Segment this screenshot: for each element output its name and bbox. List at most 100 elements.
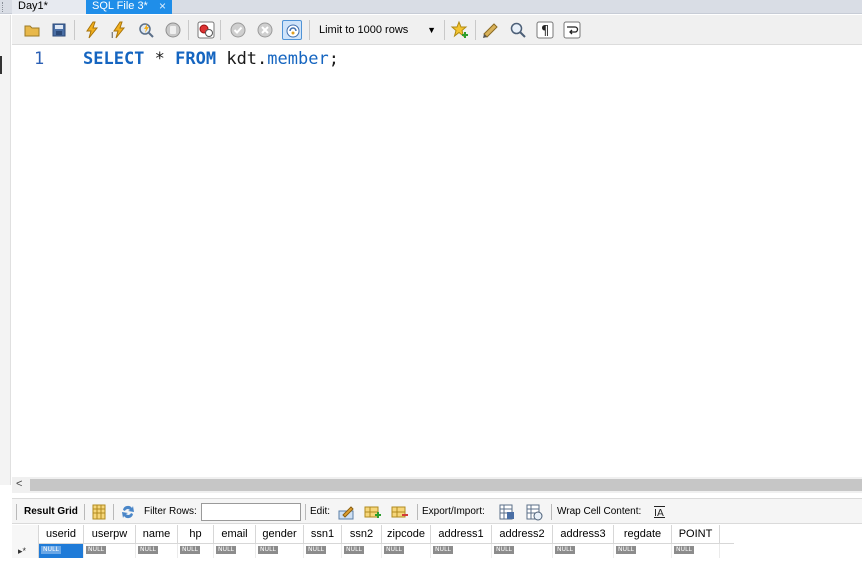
null-badge: NULL — [433, 546, 453, 554]
null-badge: NULL — [258, 546, 278, 554]
identifier-token: member — [267, 49, 329, 69]
null-badge: NULL — [41, 546, 61, 554]
column-header-point[interactable]: POINT — [672, 525, 720, 544]
column-header-ssn2[interactable]: ssn2 — [342, 525, 382, 544]
limit-rows-label: Limit to 1000 rows — [319, 24, 409, 36]
null-badge: NULL — [344, 546, 364, 554]
horizontal-scrollbar[interactable]: < — [12, 477, 862, 493]
null-badge: NULL — [180, 546, 200, 554]
tab-label: Day1* — [18, 0, 48, 12]
table-row[interactable]: ▸* NULL NULL NULL NULL NULL NULL NULL NULL NULL N… — [12, 544, 734, 558]
tab-label: SQL File 3* — [92, 0, 148, 12]
null-badge: NULL — [384, 546, 404, 554]
tab-sql-file-3[interactable]: SQL File 3* × — [86, 0, 172, 14]
column-header-gender[interactable]: gender — [256, 525, 304, 544]
svg-text:I: I — [111, 31, 113, 40]
grid-cell-ssn1[interactable]: NULL — [304, 544, 342, 558]
svg-text:¶: ¶ — [541, 24, 549, 39]
left-edge-panel — [0, 15, 11, 485]
toolbar-separator — [16, 504, 17, 520]
beautify-icon[interactable] — [481, 20, 501, 40]
grid-cell-email[interactable]: NULL — [214, 544, 256, 558]
invisible-chars-icon[interactable]: ¶ — [535, 20, 555, 40]
result-grid-tab[interactable]: Result Grid — [24, 506, 78, 517]
commit-icon[interactable] — [228, 20, 248, 40]
keyword-token: FROM — [175, 49, 217, 69]
null-badge: NULL — [555, 546, 575, 554]
refresh-icon[interactable] — [119, 503, 137, 521]
grid-cell-zipcode[interactable]: NULL — [382, 544, 431, 558]
save-icon[interactable] — [49, 20, 69, 40]
grid-cell-point[interactable]: NULL — [672, 544, 720, 558]
grid-cell-address2[interactable]: NULL — [492, 544, 553, 558]
toolbar-separator — [309, 20, 310, 40]
null-badge: NULL — [216, 546, 236, 554]
toolbar-separator — [113, 504, 114, 520]
export-icon[interactable] — [498, 503, 516, 521]
delete-row-icon[interactable] — [391, 503, 409, 521]
wrap-lines-icon[interactable] — [562, 20, 582, 40]
row-marker: ▸* — [12, 544, 39, 558]
grid-cell-ssn2[interactable]: NULL — [342, 544, 382, 558]
filter-rows-label: Filter Rows: — [144, 506, 197, 517]
column-header-regdate[interactable]: regdate — [614, 525, 672, 544]
result-toolbar: Result Grid Filter Rows: Edit: Export/Im… — [12, 498, 862, 524]
toolbar-separator — [417, 504, 418, 520]
explain-icon[interactable] — [136, 20, 156, 40]
import-icon[interactable] — [525, 503, 543, 521]
toolbar-separator — [475, 20, 476, 40]
column-header-address1[interactable]: address1 — [431, 525, 492, 544]
grid-cell-userpw[interactable]: NULL — [84, 544, 136, 558]
scroll-left-icon[interactable]: < — [16, 478, 22, 490]
tab-day1[interactable]: Day1* — [12, 0, 88, 14]
column-header-ssn1[interactable]: ssn1 — [304, 525, 342, 544]
edit-label: Edit: — [310, 506, 331, 517]
caret-marker — [0, 56, 2, 74]
grid-cell-hp[interactable]: NULL — [178, 544, 214, 558]
wrap-cell-icon[interactable]: IA — [651, 503, 669, 521]
toggle-autocommit-icon[interactable] — [196, 20, 216, 40]
grid-cell-address1[interactable]: NULL — [431, 544, 492, 558]
column-header-userpw[interactable]: userpw — [84, 525, 136, 544]
toolbar-separator — [74, 20, 75, 40]
grid-layout-icon[interactable] — [90, 503, 108, 521]
auto-commit-icon[interactable] — [282, 20, 302, 40]
code-token: ; — [328, 49, 339, 69]
column-header-userid[interactable]: userid — [39, 525, 84, 544]
column-header-address2[interactable]: address2 — [492, 525, 553, 544]
grid-cell-address3[interactable]: NULL — [553, 544, 614, 558]
editor-toolbar: I Limit to 1000 rows ▼ ¶ — [12, 15, 862, 45]
execute-icon[interactable] — [82, 20, 102, 40]
edit-row-icon[interactable] — [337, 503, 355, 521]
column-header-name[interactable]: name — [136, 525, 178, 544]
grid-cell-name[interactable]: NULL — [136, 544, 178, 558]
grid-cell-gender[interactable]: NULL — [256, 544, 304, 558]
grid-cell-regdate[interactable]: NULL — [614, 544, 672, 558]
toolbar-separator — [188, 20, 189, 40]
grid-cell-userid[interactable]: NULL — [39, 544, 84, 558]
grid-corner — [12, 525, 39, 544]
column-header-address3[interactable]: address3 — [553, 525, 614, 544]
null-badge: NULL — [138, 546, 158, 554]
filter-rows-input[interactable] — [201, 503, 301, 521]
find-icon[interactable] — [508, 20, 528, 40]
keyword-token: SELECT — [83, 49, 145, 69]
execute-current-icon[interactable]: I — [109, 20, 129, 40]
close-icon[interactable]: × — [159, 0, 166, 13]
column-header-hp[interactable]: hp — [178, 525, 214, 544]
open-folder-icon[interactable] — [22, 20, 42, 40]
sql-editor[interactable]: 1 SELECT * FROM kdt.member; — [12, 46, 862, 474]
tab-bar: Day1* SQL File 3* × — [0, 0, 862, 14]
limit-rows-select[interactable]: Limit to 1000 rows ▼ — [316, 21, 438, 39]
scrollbar-thumb[interactable] — [30, 479, 862, 491]
code-token: kdt. — [216, 49, 268, 69]
column-header-email[interactable]: email — [214, 525, 256, 544]
result-grid: userid userpw name hp email gender ssn1 ssn2 zip… — [12, 525, 734, 558]
bookmark-star-icon[interactable] — [450, 20, 470, 40]
rollback-icon[interactable] — [255, 20, 275, 40]
stop-icon[interactable] — [163, 20, 183, 40]
sql-code-line[interactable]: SELECT * FROM kdt.member; — [83, 49, 339, 69]
column-header-zipcode[interactable]: zipcode — [382, 525, 431, 544]
toolbar-separator — [444, 20, 445, 40]
insert-row-icon[interactable] — [364, 503, 382, 521]
